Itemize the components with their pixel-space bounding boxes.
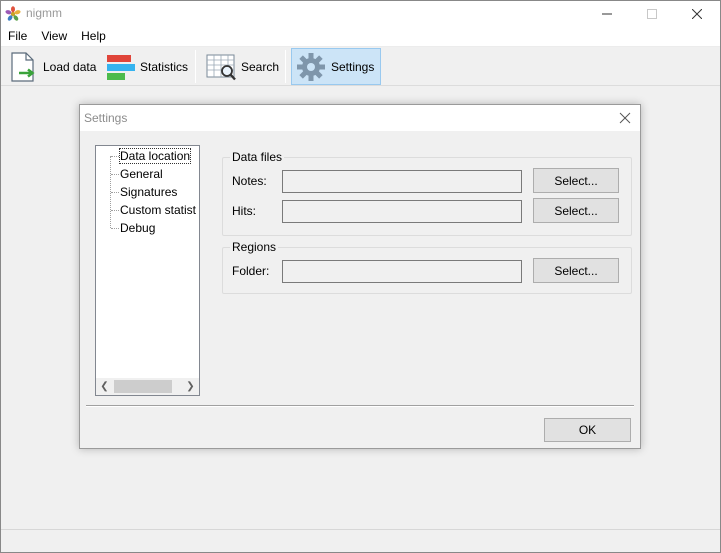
tree-item-data-location[interactable]: Data location [109, 147, 192, 165]
minimize-button[interactable] [584, 1, 630, 27]
title-bar[interactable]: nigmm [1, 1, 720, 27]
folder-field[interactable] [282, 260, 522, 283]
toolbar-separator [285, 50, 286, 83]
search-label: Search [241, 59, 280, 74]
scroll-left-icon[interactable]: ❮ [96, 380, 113, 393]
close-icon [619, 112, 631, 124]
hits-label: Hits: [232, 204, 256, 218]
tree-horizontal-scrollbar[interactable]: ❮ ❯ [96, 378, 199, 395]
data-files-title: Data files [230, 150, 285, 164]
search-table-icon [206, 54, 236, 80]
settings-dialog: Settings Data location General Signature… [79, 104, 641, 449]
tree-item-signatures[interactable]: Signatures [109, 183, 179, 201]
regions-title: Regions [230, 240, 279, 254]
load-data-button[interactable]: Load data [3, 48, 103, 85]
load-data-label: Load data [43, 59, 97, 74]
settings-button[interactable]: Settings [291, 48, 382, 85]
close-button[interactable] [674, 1, 720, 27]
folder-select-button[interactable]: Select... [533, 258, 619, 283]
settings-tree[interactable]: Data location General Signatures Custom … [95, 145, 200, 396]
dialog-title-bar[interactable]: Settings [80, 105, 640, 131]
notes-select-button[interactable]: Select... [533, 168, 619, 193]
window-title: nigmm [26, 6, 63, 20]
search-button[interactable]: Search [201, 48, 286, 85]
tree-item-debug[interactable]: Debug [109, 219, 157, 237]
gear-icon [297, 52, 325, 81]
menu-bar: File View Help [1, 27, 720, 46]
settings-label: Settings [331, 59, 375, 74]
status-bar [1, 529, 720, 552]
dialog-separator [86, 405, 634, 407]
statistics-button[interactable]: Statistics [100, 48, 195, 85]
close-icon [692, 9, 702, 19]
maximize-button[interactable] [629, 1, 675, 27]
load-file-icon [11, 51, 35, 82]
menu-file[interactable]: File [1, 27, 34, 46]
menu-help[interactable]: Help [74, 27, 113, 46]
toolbar-separator [195, 50, 196, 83]
hits-select-button[interactable]: Select... [533, 198, 619, 223]
minimize-icon [602, 13, 612, 15]
notes-label: Notes: [232, 174, 267, 188]
tree-item-custom-statistics[interactable]: Custom statist [109, 201, 198, 219]
dialog-close-button[interactable] [616, 109, 634, 127]
scroll-thumb[interactable] [114, 380, 172, 393]
toolbar: Load data Statistics Search Settings [1, 46, 720, 86]
folder-label: Folder: [232, 264, 270, 278]
statistics-label: Statistics [140, 59, 189, 74]
dialog-title: Settings [84, 111, 128, 125]
notes-field[interactable] [282, 170, 522, 193]
app-icon [5, 6, 21, 21]
scroll-right-icon[interactable]: ❯ [182, 380, 199, 393]
hits-field[interactable] [282, 200, 522, 223]
tree-item-general[interactable]: General [109, 165, 165, 183]
menu-view[interactable]: View [34, 27, 74, 46]
bar-chart-icon [107, 54, 135, 80]
ok-button[interactable]: OK [544, 418, 631, 442]
maximize-icon [647, 9, 657, 19]
